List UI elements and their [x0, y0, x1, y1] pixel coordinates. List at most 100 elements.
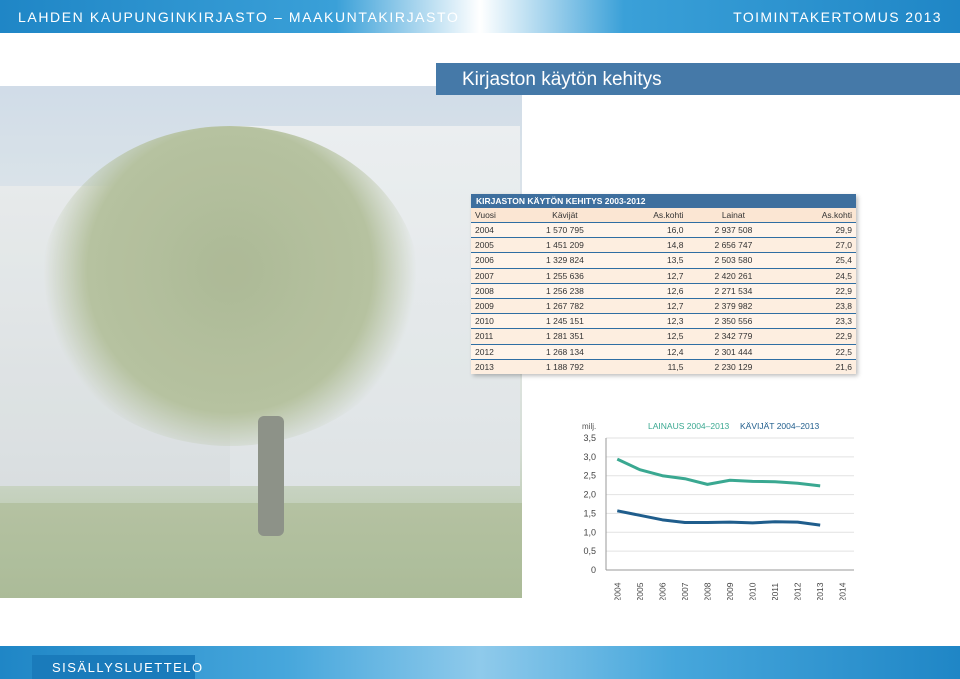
page-title: Kirjaston käytön kehitys [462, 69, 662, 90]
table-cell: 23,8 [779, 297, 856, 314]
table-row: 2010 1 245 151 12,3 2 350 556 23,3 [471, 313, 856, 329]
library-photo [0, 86, 522, 598]
usage-chart: milj. 0 0,5 1,0 1,5 2,0 2,5 3,0 3,5 2004 2005 2006 2… [560, 420, 860, 601]
table-cell: 1 570 795 [519, 221, 611, 238]
toc-button[interactable]: SISÄLLYSLUETTELO [32, 655, 202, 679]
table-cell: 2005 [471, 237, 519, 253]
table-cell: 1 329 824 [519, 252, 611, 269]
table-row: 2011 1 281 351 12,5 2 342 779 22,9 [471, 328, 856, 344]
x-tick-label: 2006 [657, 582, 667, 600]
table-cell: 13,5 [610, 252, 688, 269]
series-line [616, 457, 821, 488]
table-cell: 2007 [471, 267, 519, 284]
table-cell: 16,0 [610, 221, 688, 238]
table-cell: 12,4 [610, 343, 688, 360]
table-cell: 14,8 [610, 237, 688, 253]
y-tick-label: 0,5 [583, 546, 596, 556]
y-tick-label: 2,5 [583, 471, 596, 481]
x-tick-label: 2014 [838, 582, 848, 600]
col-header-visitors-per-capita: As.kohti [610, 208, 688, 223]
x-tick-label: 2009 [725, 582, 735, 600]
col-header-loans-per-capita: As.kohti [779, 208, 856, 223]
y-tick-label: 1,0 [583, 527, 596, 537]
table-row: 2006 1 329 824 13,5 2 503 580 25,4 [471, 252, 856, 269]
table-row: 2008 1 256 238 12,6 2 271 534 22,9 [471, 282, 856, 299]
table-cell: 2 301 444 [687, 343, 780, 360]
header-bar: LAHDEN KAUPUNGINKIRJASTO – MAAKUNTAKIRJA… [0, 0, 960, 33]
y-tick-label: 0 [591, 565, 596, 575]
table-cell: 2 230 129 [687, 358, 780, 374]
line-chart-svg: milj. 0 0,5 1,0 1,5 2,0 2,5 3,0 3,5 2004 2005 2006 2… [582, 421, 854, 601]
y-tick-label: 3,0 [583, 452, 596, 462]
table-row: 2004 1 570 795 16,0 2 937 508 29,9 [471, 221, 856, 238]
table-row: 2005 1 451 209 14,8 2 656 747 27,0 [471, 237, 856, 253]
usage-table: KIRJASTON KÄYTÖN KEHITYS 2003-2012 Vuosi… [471, 194, 856, 374]
table-cell: 2 379 982 [687, 297, 780, 314]
y-tick-label: 3,5 [583, 433, 596, 443]
table-cell: 22,9 [779, 328, 856, 344]
table-row: 2012 1 268 134 12,4 2 301 444 22,5 [471, 343, 856, 360]
x-tick-label: 2008 [702, 582, 712, 600]
x-tick-label: 2012 [793, 582, 803, 600]
y-tick-label: 2,0 [583, 490, 596, 500]
table-cell: 1 267 782 [519, 297, 611, 314]
table-cell: 2006 [471, 252, 519, 269]
table-title: KIRJASTON KÄYTÖN KEHITYS 2003-2012 [471, 194, 856, 208]
table-cell: 12,3 [610, 313, 688, 329]
table-cell: 22,5 [779, 343, 856, 360]
col-header-year: Vuosi [471, 208, 519, 223]
table-cell: 1 451 209 [519, 237, 611, 253]
x-tick-label: 2007 [680, 582, 690, 600]
table-cell: 12,7 [610, 297, 688, 314]
table-cell: 2008 [471, 282, 519, 299]
legend-label: KÄVIJÄT 2004–2013 [740, 421, 820, 431]
table-cell: 1 255 636 [519, 267, 611, 284]
table-cell: 12,7 [610, 267, 688, 284]
table-cell: 2012 [471, 343, 519, 360]
table-header-row: Vuosi Kävijät As.kohti Lainat As.kohti [471, 208, 856, 223]
table-cell: 2009 [471, 297, 519, 314]
table-cell: 12,5 [610, 328, 688, 344]
table-cell: 23,3 [779, 313, 856, 329]
table-cell: 2 350 556 [687, 313, 780, 329]
x-tick-label: 2004 [612, 582, 622, 600]
table-cell: 2 937 508 [687, 221, 780, 238]
table-cell: 2010 [471, 313, 519, 329]
table-cell: 1 188 792 [519, 358, 611, 374]
table-cell: 1 281 351 [519, 328, 611, 344]
table-cell: 2 342 779 [687, 328, 780, 344]
col-header-visitors: Kävijät [519, 208, 611, 223]
table-cell: 2 503 580 [687, 252, 780, 269]
table-cell: 27,0 [779, 237, 856, 253]
x-tick-label: 2013 [815, 582, 825, 600]
col-header-loans: Lainat [687, 208, 780, 223]
table-cell: 21,6 [779, 358, 856, 374]
unit-label: milj. [582, 422, 596, 431]
table-cell: 2 420 261 [687, 267, 780, 284]
table-cell: 22,9 [779, 282, 856, 299]
table-cell: 12,6 [610, 282, 688, 299]
x-tick-label: 2011 [770, 583, 780, 600]
y-tick-label: 1,5 [583, 508, 596, 518]
table-cell: 2004 [471, 221, 519, 238]
table-cell: 2013 [471, 358, 519, 374]
table-cell: 1 268 134 [519, 343, 611, 360]
x-tick-label: 2005 [635, 582, 645, 600]
table-row: 2009 1 267 782 12,7 2 379 982 23,8 [471, 297, 856, 314]
legend-label: LAINAUS 2004–2013 [648, 421, 730, 431]
table-cell: 1 256 238 [519, 282, 611, 299]
header-org-name: LAHDEN KAUPUNGINKIRJASTO – MAAKUNTAKIRJA… [18, 9, 460, 25]
table-cell: 25,4 [779, 252, 856, 269]
header-report-name: TOIMINTAKERTOMUS 2013 [733, 9, 942, 25]
table-cell: 2 271 534 [687, 282, 780, 299]
table-cell: 24,5 [779, 267, 856, 284]
table-row: 2013 1 188 792 11,5 2 230 129 21,6 [471, 358, 856, 374]
page-title-bar: Kirjaston käytön kehitys [436, 63, 960, 95]
table-cell: 1 245 151 [519, 313, 611, 329]
table-cell: 2 656 747 [687, 237, 780, 253]
table-row: 2007 1 255 636 12,7 2 420 261 24,5 [471, 267, 856, 284]
x-tick-label: 2010 [748, 582, 758, 600]
toc-label: SISÄLLYSLUETTELO [52, 660, 204, 675]
table-cell: 29,9 [779, 221, 856, 238]
table-cell: 2011 [471, 328, 519, 344]
